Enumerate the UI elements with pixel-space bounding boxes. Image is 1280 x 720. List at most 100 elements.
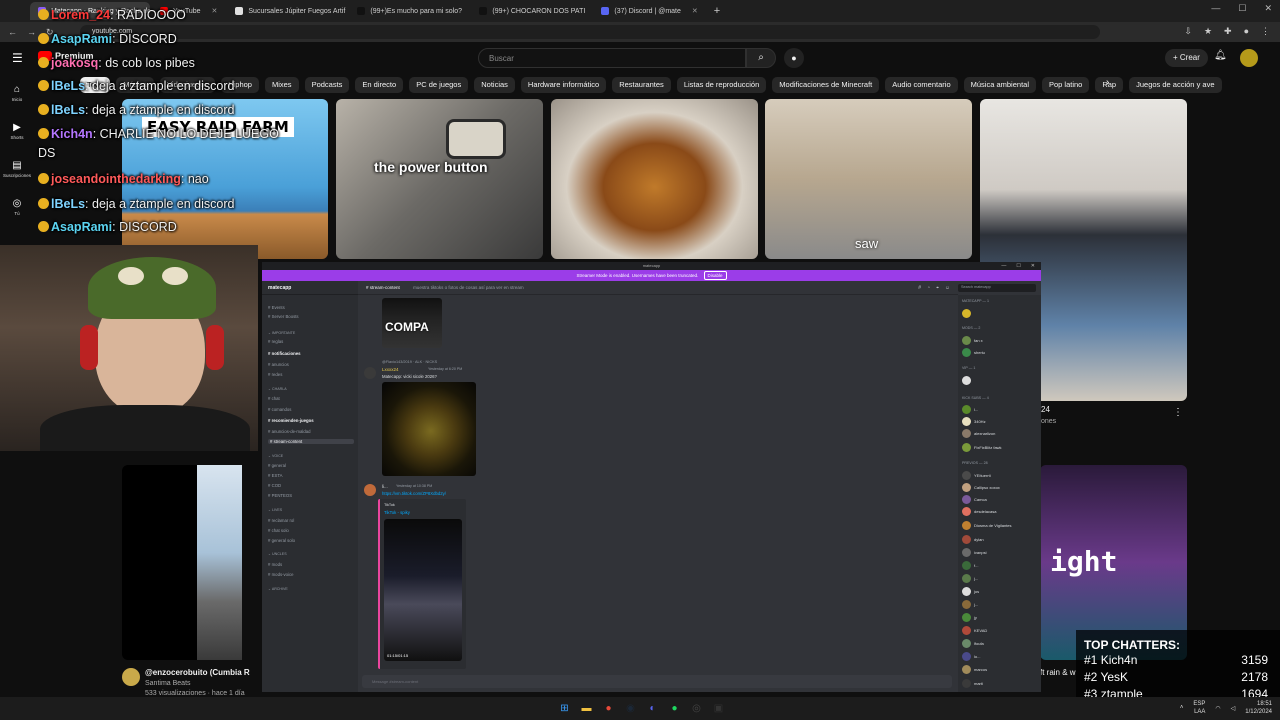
chrome-icon[interactable]: ● [600, 700, 617, 717]
rail-item[interactable]: ▶ Shorts [0, 112, 34, 150]
browser-tab[interactable]: (99+) CHOCARON DOS PATI✕ [471, 2, 591, 20]
avatar[interactable] [364, 367, 376, 379]
disable-streamer-mode-button[interactable]: Disable [703, 271, 727, 280]
member-item[interactable]: Camca [962, 495, 987, 504]
windows-start-icon[interactable]: ⊞ [556, 700, 573, 717]
embed-video[interactable]: 01:15/01:15 [384, 519, 462, 661]
language-indicator[interactable]: ESP LAA [1193, 700, 1205, 716]
rail-item[interactable]: ⌂ Inicio [0, 74, 34, 112]
bell-icon[interactable]: ◔ [927, 285, 930, 291]
wifi-icon[interactable]: ◠ [1215, 705, 1220, 712]
message-author[interactable]: li... [382, 484, 388, 489]
spotify-icon[interactable]: ● [666, 700, 683, 717]
video-thumbnail[interactable] [551, 99, 758, 259]
discord-search-input[interactable]: Search matecapp [958, 284, 1036, 292]
message-link[interactable]: https://vm.tiktok.com/ZP8Xdbd2y/ [382, 491, 446, 496]
search-button[interactable]: ⌕ [746, 48, 776, 68]
steam-icon[interactable]: ◉ [622, 700, 639, 717]
member-item[interactable]: FixFixBlitz fawk [962, 443, 1002, 452]
hamburger-icon[interactable]: ☰ [12, 51, 23, 65]
member-item[interactable]: l... [962, 405, 978, 414]
category-chip[interactable]: Mixes [264, 77, 299, 93]
category-chip[interactable]: Podcasts [304, 77, 350, 93]
message-image[interactable]: COMPA [382, 298, 442, 348]
video-title[interactable]: 24 [1041, 405, 1050, 414]
channel-item[interactable]: # COD [268, 483, 281, 488]
install-icon[interactable]: ⇩ [1184, 26, 1192, 37]
minimize-icon[interactable]: — [1001, 262, 1006, 270]
browser-tab[interactable]: (99+)Es mucho para mi solo?✕ [349, 2, 469, 20]
embed-title-link[interactable]: TikTok - spiky [384, 510, 410, 515]
star-icon[interactable]: ★ [1204, 26, 1212, 37]
chevron-right-icon[interactable]: › [1106, 77, 1109, 88]
category-chip[interactable]: Restaurantes [612, 77, 671, 93]
channel-item[interactable]: # notificaciones [268, 351, 301, 356]
channel-item[interactable]: # reclamar rol [268, 518, 294, 523]
channel-category[interactable]: ⌄ VOICE [268, 454, 283, 458]
volume-icon[interactable]: ◁ [1231, 705, 1236, 712]
video-title[interactable]: @enzocerobuito (Cumbia R [145, 668, 250, 677]
member-item[interactable]: marti [962, 679, 983, 688]
category-chip[interactable]: Hardware informático [520, 77, 607, 93]
discord-icon[interactable]: ◐ [644, 700, 661, 717]
channel-item[interactable]: # ESTA [268, 473, 283, 478]
browser-tab[interactable]: Sucursales Júpiter Fuegos Artif✕ [227, 2, 347, 20]
channel-name[interactable]: Santima Beats [145, 680, 191, 687]
channel-item[interactable]: # chat [268, 396, 280, 401]
threads-icon[interactable]: # [918, 285, 921, 291]
notifications-bell-icon[interactable]: 🔔︎ [1214, 50, 1227, 61]
category-chip[interactable]: Modificaciones de Minecraft [772, 77, 880, 93]
file-explorer-icon[interactable]: ▬ [578, 700, 595, 717]
member-item[interactable]: j... [962, 574, 978, 583]
member-item[interactable]: lo... [962, 652, 980, 661]
member-item[interactable]: desdelacasa [962, 507, 996, 516]
member-item[interactable]: dylan [962, 535, 984, 544]
obs-icon[interactable]: ◎ [688, 700, 705, 717]
channel-item[interactable]: # mods-voice [268, 572, 294, 577]
member-item[interactable]: f... [962, 561, 978, 570]
channel-item[interactable]: # Events [268, 305, 285, 310]
url-field[interactable]: youtube.com [80, 25, 1100, 39]
channel-item[interactable]: # reglas [268, 339, 283, 344]
guild-name[interactable]: matecapp [262, 281, 358, 295]
avatar[interactable] [1240, 49, 1258, 67]
browser-tab[interactable]: (37) Discord | @mate ✕ [593, 2, 705, 20]
message-author[interactable]: Lxxxx24 [382, 367, 399, 372]
channel-item[interactable]: # stream-content [268, 439, 354, 444]
member-item[interactable] [962, 376, 974, 385]
rail-item[interactable]: ▤ Suscripciones [0, 150, 34, 188]
channel-item[interactable]: # Server Boosts [268, 314, 299, 319]
channel-avatar[interactable] [122, 668, 140, 686]
member-item[interactable]: YEItuerrti [962, 471, 991, 480]
member-item[interactable]: KEVAD [962, 626, 987, 635]
extension-icon[interactable]: ✚ [1224, 26, 1232, 37]
category-chip[interactable]: Noticias [474, 77, 515, 93]
channel-item[interactable]: # mods [268, 562, 282, 567]
new-tab-button[interactable]: + [708, 5, 726, 17]
channel-item[interactable]: # general solo [268, 538, 295, 543]
avatar[interactable] [364, 484, 376, 496]
channel-item[interactable]: # PENTEOS [268, 493, 292, 498]
member-item[interactable]: lfoufa [962, 639, 984, 648]
create-button[interactable]: + Crear [1165, 49, 1208, 67]
member-item[interactable]: Callipso xoxox [962, 483, 1000, 492]
category-chip[interactable]: Audio comentario [885, 77, 958, 93]
menu-icon[interactable]: ⋮ [1261, 26, 1270, 37]
category-chip[interactable]: Pop latino [1041, 77, 1090, 93]
channel-category[interactable]: ⌄ UNCLES [268, 552, 287, 556]
video-title[interactable]: ft rain & w [1040, 668, 1076, 677]
channel-item[interactable]: # anuncios [268, 362, 289, 367]
voice-search-button[interactable]: ● [784, 48, 804, 68]
back-icon[interactable]: ← [8, 27, 17, 37]
app-icon[interactable]: ▣ [710, 700, 727, 717]
member-item[interactable]: alexnarlizon [962, 429, 995, 438]
pin-icon[interactable]: ⌖ [936, 285, 939, 291]
category-chip[interactable]: Música ambiental [963, 77, 1036, 93]
member-item[interactable]: 340Hz [962, 417, 986, 426]
channel-category[interactable]: ⌄ IMPORTANTE [268, 331, 295, 335]
profile-icon[interactable]: ● [1244, 26, 1249, 37]
maximize-icon[interactable]: ☐ [1016, 262, 1020, 270]
close-icon[interactable]: ✕ [1031, 262, 1035, 270]
tab-close-icon[interactable]: ✕ [212, 7, 218, 15]
message-composer-input[interactable]: Message #stream-content [362, 675, 952, 688]
